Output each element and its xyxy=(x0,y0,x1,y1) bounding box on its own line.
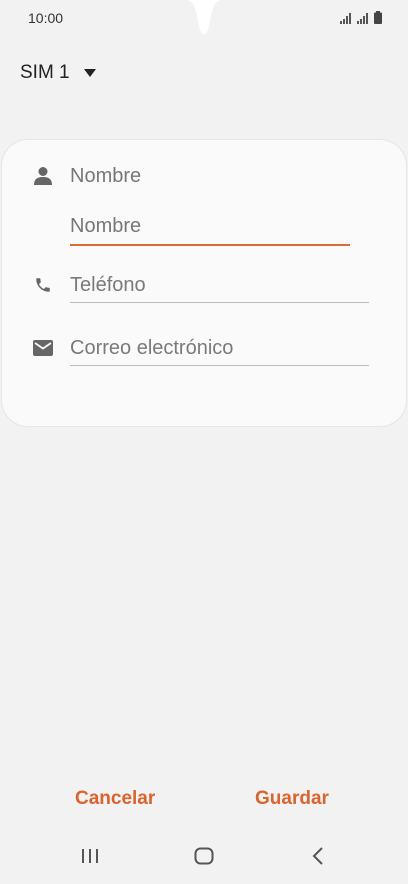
home-button[interactable] xyxy=(184,842,224,870)
phone-icon xyxy=(32,274,54,296)
cancel-button[interactable]: Cancelar xyxy=(69,784,161,814)
status-bar: 10:00 xyxy=(0,0,408,40)
battery-icon xyxy=(374,11,382,24)
email-input[interactable] xyxy=(70,331,369,366)
status-time: 10:00 xyxy=(28,10,64,26)
signal-icon-2 xyxy=(357,13,368,24)
sim-label: SIM 1 xyxy=(20,62,70,83)
home-icon xyxy=(194,847,214,865)
save-button[interactable]: Guardar xyxy=(249,784,335,814)
name-section-label: Nombre xyxy=(70,165,142,187)
phone-input[interactable] xyxy=(70,268,369,303)
name-input[interactable] xyxy=(70,208,350,246)
sim-selector[interactable]: SIM 1 xyxy=(20,62,96,84)
signal-icon xyxy=(340,13,351,24)
person-icon xyxy=(32,165,54,187)
back-icon xyxy=(312,847,323,865)
contact-form-card: Nombre xyxy=(2,140,406,426)
status-icons xyxy=(340,10,382,24)
recent-apps-button[interactable] xyxy=(70,842,110,870)
navigation-bar xyxy=(0,832,408,880)
dropdown-arrow-icon xyxy=(83,69,96,77)
back-button[interactable] xyxy=(298,842,338,870)
mail-icon xyxy=(32,337,54,359)
recent-apps-icon xyxy=(82,849,98,863)
